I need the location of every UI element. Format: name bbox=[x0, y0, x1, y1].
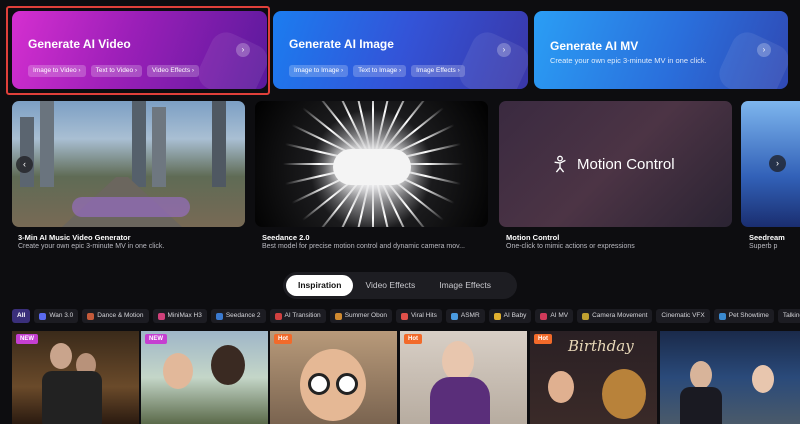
gallery-item[interactable]: Hot bbox=[400, 331, 527, 424]
tab-image-effects[interactable]: Image Effects bbox=[427, 275, 503, 296]
feature-desc: Superb p bbox=[749, 243, 778, 250]
mv-icon bbox=[540, 312, 548, 320]
seedance-icon bbox=[215, 312, 223, 320]
building bbox=[40, 101, 54, 187]
chevron-right-icon[interactable]: › bbox=[769, 155, 786, 172]
tab-inspiration[interactable]: Inspiration bbox=[286, 275, 354, 296]
filter-wan[interactable]: Wan 3.0 bbox=[34, 309, 79, 323]
filter-summer-obon[interactable]: Summer Obon bbox=[329, 309, 392, 323]
person bbox=[163, 353, 193, 389]
cloud-shape bbox=[333, 149, 411, 185]
filter-cinematic-vfx[interactable]: Cinematic VFX bbox=[656, 309, 710, 323]
filter-minimax[interactable]: MiniMax H3 bbox=[152, 309, 207, 323]
filter-seedance[interactable]: Seedance 2 bbox=[210, 309, 266, 323]
figures bbox=[42, 371, 102, 424]
motion-control-overlay: Motion Control bbox=[551, 155, 675, 173]
generate-ai-mv-card[interactable]: Generate AI MV Create your own epic 3-mi… bbox=[534, 11, 788, 89]
baby-icon bbox=[493, 312, 501, 320]
filter-camera-movement[interactable]: Camera Movement bbox=[577, 309, 653, 323]
filter-pet-showtime[interactable]: Pet Showtime bbox=[713, 309, 774, 323]
suit bbox=[680, 387, 722, 424]
filter-dance[interactable]: Dance & Motion bbox=[82, 309, 149, 323]
feature-music-video[interactable]: ‹ bbox=[12, 101, 245, 227]
dance-icon bbox=[87, 312, 95, 320]
generate-ai-image-card[interactable]: Generate AI Image Image to Image › Text … bbox=[273, 11, 528, 89]
filter-ai-transition[interactable]: AI Transition bbox=[269, 309, 326, 323]
dress bbox=[430, 377, 490, 424]
viral-icon bbox=[400, 312, 408, 320]
chip-text-to-image[interactable]: Text to Image › bbox=[353, 65, 407, 77]
new-badge: NEW bbox=[145, 334, 167, 344]
asmr-icon bbox=[450, 312, 458, 320]
eye bbox=[308, 373, 330, 395]
feature-desc: Best model for precise motion control an… bbox=[262, 243, 465, 250]
gallery-item[interactable]: NEW bbox=[141, 331, 268, 424]
chevron-left-icon[interactable]: ‹ bbox=[16, 156, 33, 173]
card-title: Generate AI MV bbox=[550, 39, 639, 53]
card-subtitle: Create your own epic 3-minute MV in one … bbox=[550, 56, 707, 65]
eye bbox=[336, 373, 358, 395]
camera-icon bbox=[582, 312, 590, 320]
selection-highlight bbox=[6, 6, 270, 95]
gallery-item[interactable]: NEW bbox=[12, 331, 139, 424]
category-tabs: Inspiration Video Effects Image Effects bbox=[283, 272, 517, 299]
card-title: Generate AI Image bbox=[289, 37, 394, 51]
chevron-right-icon[interactable]: › bbox=[497, 43, 511, 57]
motion-person-icon bbox=[554, 155, 566, 173]
filter-bar: All Wan 3.0 Dance & Motion MiniMax H3 Se… bbox=[12, 309, 800, 323]
feature-title: 3-Min AI Music Video Generator bbox=[18, 233, 131, 242]
feature-desc: Create your own epic 3-minute MV in one … bbox=[18, 243, 165, 250]
filter-all[interactable]: All bbox=[12, 309, 31, 323]
person bbox=[548, 371, 574, 403]
new-badge: NEW bbox=[16, 334, 38, 344]
hot-badge: Hot bbox=[404, 334, 422, 344]
filter-talking[interactable]: Talking bbox=[777, 309, 800, 323]
person bbox=[211, 345, 245, 385]
building bbox=[152, 107, 166, 187]
music-banner bbox=[72, 197, 190, 217]
transition-icon bbox=[274, 312, 282, 320]
mv-deco-shape bbox=[714, 27, 788, 89]
gallery-item[interactable] bbox=[660, 331, 800, 424]
person bbox=[752, 365, 774, 393]
tab-video-effects[interactable]: Video Effects bbox=[353, 275, 427, 296]
gallery-item[interactable]: Hot bbox=[270, 331, 397, 424]
lion bbox=[602, 369, 646, 419]
filter-ai-baby[interactable]: AI Baby bbox=[488, 309, 532, 323]
filter-ai-mv[interactable]: AI MV bbox=[535, 309, 574, 323]
building bbox=[132, 101, 146, 187]
person bbox=[442, 341, 474, 381]
person bbox=[690, 361, 712, 389]
filter-viral-hits[interactable]: Viral Hits bbox=[395, 309, 442, 323]
chevron-right-icon[interactable]: › bbox=[757, 43, 771, 57]
feature-seedance[interactable] bbox=[255, 101, 488, 227]
pet-icon bbox=[718, 312, 726, 320]
minimax-icon bbox=[157, 312, 165, 320]
feature-title: Motion Control bbox=[506, 233, 560, 242]
birthday-text: Birthday bbox=[568, 337, 634, 355]
wan-icon bbox=[39, 312, 47, 320]
person bbox=[50, 343, 72, 369]
hot-badge: Hot bbox=[274, 334, 292, 344]
feature-title: Seedream bbox=[749, 233, 785, 242]
gallery-item[interactable]: Birthday Hot bbox=[530, 331, 657, 424]
chip-image-effects[interactable]: Image Effects › bbox=[411, 65, 465, 77]
hot-badge: Hot bbox=[534, 334, 552, 344]
image-deco-shape bbox=[454, 27, 528, 89]
feature-motion-control[interactable]: Motion Control bbox=[499, 101, 732, 227]
filter-asmr[interactable]: ASMR bbox=[445, 309, 485, 323]
building bbox=[212, 101, 226, 187]
building bbox=[20, 117, 34, 187]
app-root: Generate AI Video Image to Video › Text … bbox=[0, 0, 800, 424]
feature-title: Seedance 2.0 bbox=[262, 233, 310, 242]
chip-image-to-image[interactable]: Image to Image › bbox=[289, 65, 349, 77]
obon-icon bbox=[334, 312, 342, 320]
feature-desc: One-click to mimic actions or expression… bbox=[506, 243, 635, 250]
